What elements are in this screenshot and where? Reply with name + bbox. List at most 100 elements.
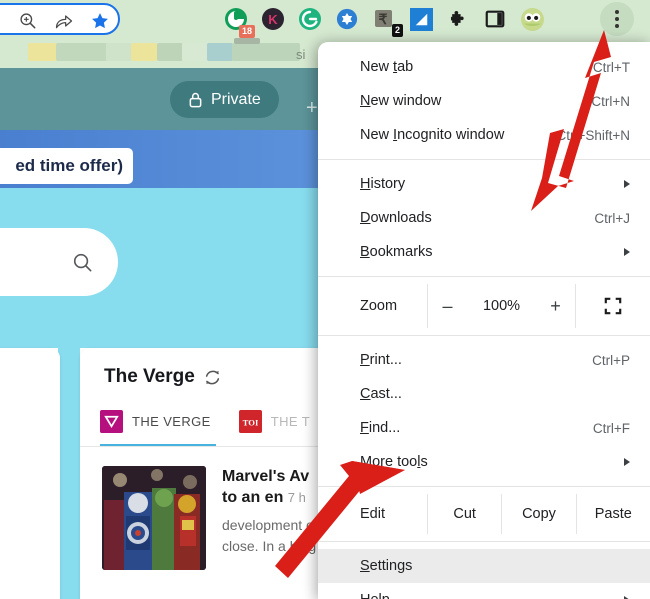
menu-item-label: History xyxy=(360,176,406,192)
extension-icons: 18 K ₹ 2 xyxy=(222,0,546,38)
svg-text:K: K xyxy=(268,12,278,27)
menu-separator xyxy=(318,335,650,336)
svg-text:₹: ₹ xyxy=(379,11,388,27)
menu-item-accelerator: Ctrl+J xyxy=(594,210,630,226)
kaspersky-extension-icon[interactable]: K xyxy=(259,5,287,33)
browser-toolbar: 18 K ₹ 2 xyxy=(0,0,650,38)
menu-separator xyxy=(318,486,650,487)
page-cyan-stripe xyxy=(58,348,80,599)
menu-item-label: Settings xyxy=(360,558,413,574)
the-verge-logo xyxy=(100,410,123,433)
blue-square-extension-icon[interactable] xyxy=(407,5,435,33)
menu-item-downloads[interactable]: Downloads Ctrl+J xyxy=(318,201,650,235)
rupee-extension-icon[interactable]: ₹ 2 xyxy=(370,5,403,37)
paste-button[interactable]: Paste xyxy=(577,494,650,534)
chrome-menu-kebab-button[interactable] xyxy=(600,2,634,36)
left-card[interactable]: ]) Do iPad, xyxy=(0,348,60,599)
fullscreen-button[interactable] xyxy=(576,284,650,328)
article-title-line-2: to an en xyxy=(222,489,284,506)
menu-item-accelerator: Ctrl+Shift+N xyxy=(556,127,630,143)
menu-item-label: Help xyxy=(360,592,624,599)
profile-avatar-icon[interactable] xyxy=(518,5,546,33)
feed-source-times-of-india[interactable]: TOI THE T xyxy=(238,410,310,433)
kebab-dot xyxy=(615,10,619,14)
puzzle-extensions-icon[interactable] xyxy=(444,5,472,33)
fullscreen-icon xyxy=(604,297,622,315)
menu-item-cast[interactable]: Cast... xyxy=(318,377,650,411)
menu-item-label: Print... xyxy=(360,352,402,368)
menu-item-more-tools[interactable]: More tools xyxy=(318,445,650,479)
feed-title: The Verge xyxy=(104,366,222,388)
article-title-line-1: Marvel's Av xyxy=(222,468,310,485)
grammarly-extension-icon[interactable] xyxy=(296,5,324,33)
menu-item-bookmarks[interactable]: Bookmarks xyxy=(318,235,650,269)
bookmark-item[interactable] xyxy=(56,43,108,61)
times-of-india-logo: TOI xyxy=(238,410,262,433)
chevron-right-icon xyxy=(624,458,630,466)
copy-button[interactable]: Copy xyxy=(502,494,577,534)
bookmark-item[interactable] xyxy=(157,43,183,61)
refresh-icon[interactable] xyxy=(203,368,222,387)
page-plus-mark: + xyxy=(306,97,318,119)
bookmark-item[interactable] xyxy=(131,43,157,61)
feed-source-the-verge[interactable]: THE VERGE xyxy=(100,410,211,433)
news-feed-card: The Verge THE VERGE TOI THE T Marvel's A… xyxy=(80,348,340,599)
zoom-level-value: 100% xyxy=(482,298,521,314)
private-button[interactable]: Private xyxy=(170,81,279,118)
cut-button[interactable]: Cut xyxy=(428,494,503,534)
address-bar-icons xyxy=(18,5,110,37)
bookmark-item[interactable] xyxy=(232,43,300,61)
menu-item-label: New Incognito window xyxy=(360,127,505,143)
menu-separator xyxy=(318,541,650,542)
article-body-line-1: development of xyxy=(222,517,318,533)
bookmark-item[interactable] xyxy=(182,43,208,61)
menu-zoom-row: Zoom – 100% + xyxy=(318,284,650,328)
chrome-main-menu[interactable]: New tab Ctrl+T New window Ctrl+N New Inc… xyxy=(318,42,650,599)
feed-article[interactable]: Marvel's Av to an en 7 h development of … xyxy=(102,466,352,570)
menu-item-settings[interactable]: Settings xyxy=(318,549,650,583)
menu-separator xyxy=(318,159,650,160)
side-panel-icon[interactable] xyxy=(481,5,509,33)
menu-item-help[interactable]: Help xyxy=(318,583,650,599)
bookmark-item[interactable] xyxy=(106,43,132,61)
extension-badge: 18 xyxy=(238,25,255,38)
share-icon[interactable] xyxy=(54,11,74,31)
menu-item-print[interactable]: Print... Ctrl+P xyxy=(318,343,650,377)
chevron-right-icon xyxy=(624,180,630,188)
zoom-out-button[interactable]: – xyxy=(440,296,456,317)
feed-source-tabs: THE VERGE TOI THE T xyxy=(100,410,310,433)
menu-item-history[interactable]: History xyxy=(318,167,650,201)
menu-item-new-incognito-window[interactable]: New Incognito window Ctrl+Shift+N xyxy=(318,118,650,152)
menu-item-label: Bookmarks xyxy=(360,244,433,260)
edit-label: Edit xyxy=(318,494,428,534)
address-bar[interactable] xyxy=(0,3,120,35)
article-thumbnail xyxy=(102,466,206,570)
menu-item-find[interactable]: Find... Ctrl+F xyxy=(318,411,650,445)
search-icon xyxy=(73,253,92,271)
article-body-line-2: close. In a blog xyxy=(222,538,317,554)
hangouts-extension-icon[interactable]: 18 xyxy=(222,5,255,38)
menu-item-new-window[interactable]: New window Ctrl+N xyxy=(318,84,650,118)
zoom-icon[interactable] xyxy=(18,11,38,31)
menu-edit-row: Edit Cut Copy Paste xyxy=(318,494,650,534)
menu-item-new-tab[interactable]: New tab Ctrl+T xyxy=(318,50,650,84)
search-input[interactable] xyxy=(0,228,118,296)
bookmark-item[interactable] xyxy=(234,38,260,44)
menu-item-accelerator: Ctrl+T xyxy=(592,59,630,75)
menu-item-label: Find... xyxy=(360,420,401,436)
bookmark-star-icon[interactable] xyxy=(90,11,110,31)
bookmark-item[interactable] xyxy=(207,43,233,61)
extension-badge: 2 xyxy=(391,24,403,37)
svg-text:TOI: TOI xyxy=(242,417,258,427)
menu-item-accelerator: Ctrl+F xyxy=(592,420,630,436)
menu-item-label: More tools xyxy=(360,454,428,470)
private-button-label: Private xyxy=(211,90,261,108)
menu-item-label: New window xyxy=(360,93,442,109)
zoom-in-button[interactable]: + xyxy=(548,296,564,317)
feed-source-label: THE VERGE xyxy=(132,414,211,429)
feed-divider xyxy=(80,446,340,447)
menu-item-label: Cast... xyxy=(360,386,402,402)
adblock-extension-icon[interactable] xyxy=(333,5,361,33)
feed-title-label: The Verge xyxy=(104,366,195,387)
zoom-controls: – 100% + xyxy=(428,284,576,328)
